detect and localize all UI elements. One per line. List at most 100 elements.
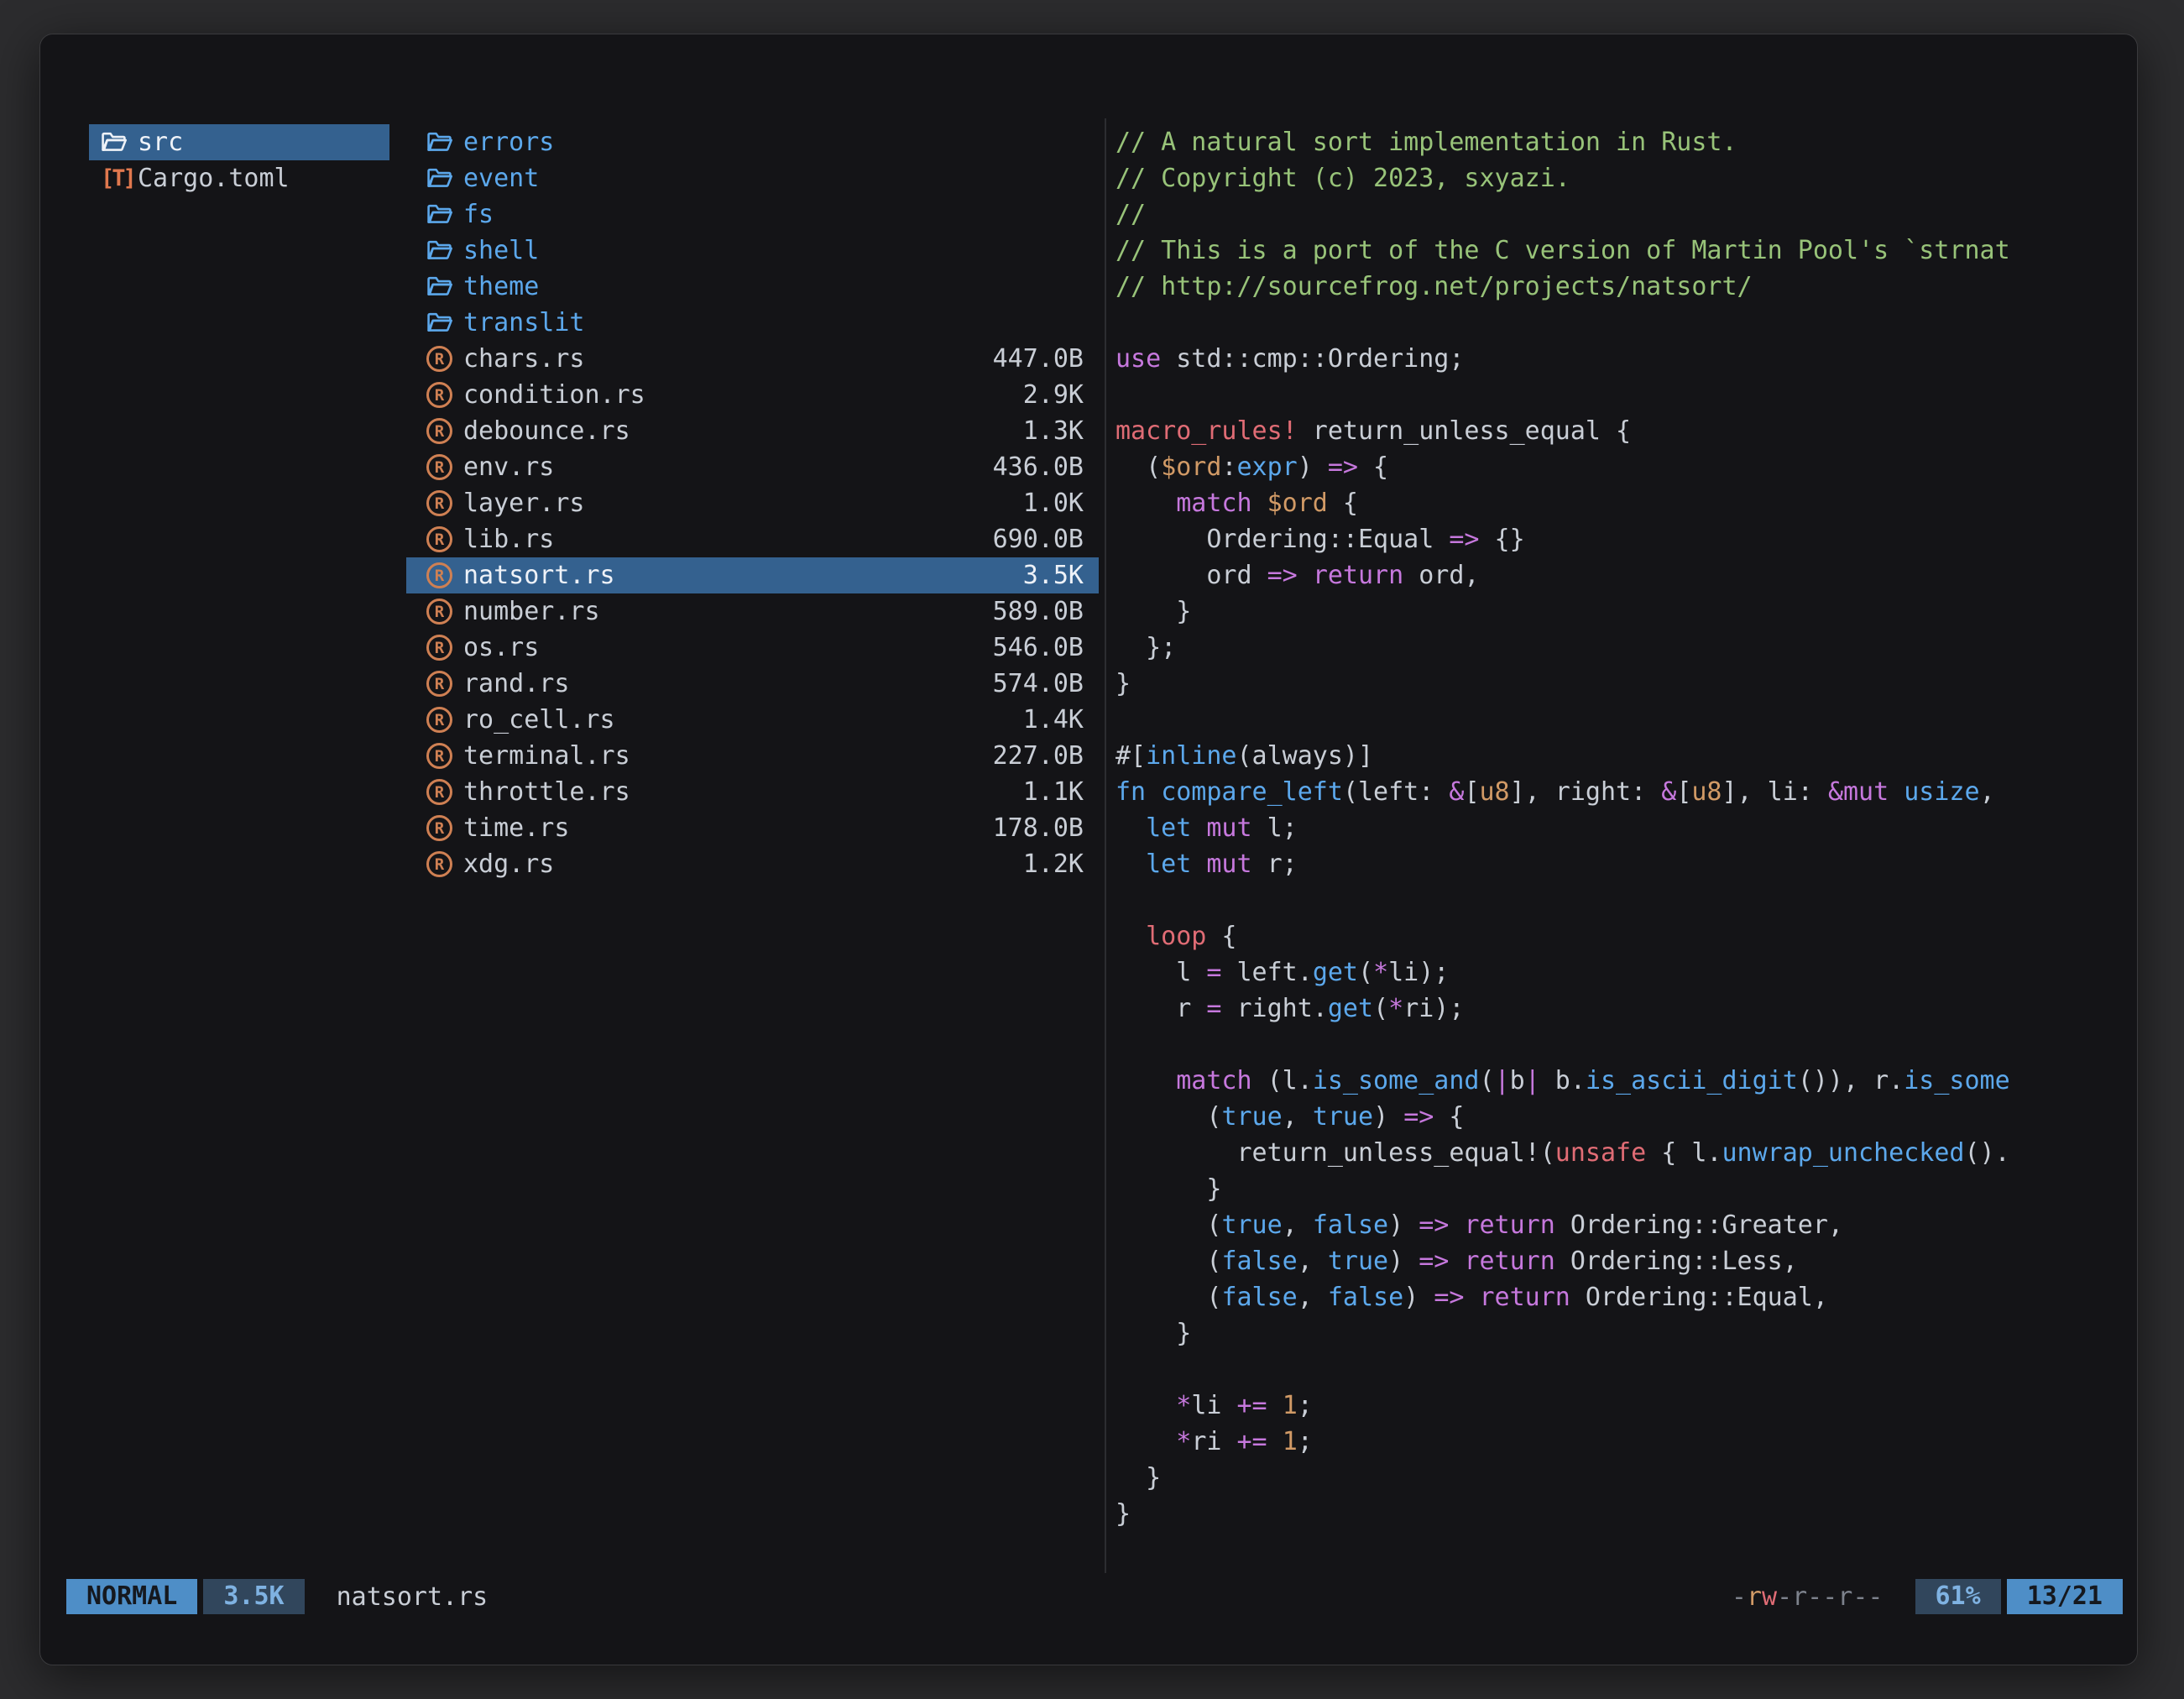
rust-file-icon: R <box>426 815 463 841</box>
code-line: r = right.get(*ri); <box>1116 991 2125 1027</box>
file-name: Cargo.toml <box>138 164 374 193</box>
code-line <box>1116 377 2125 413</box>
code-line: } <box>1116 1496 2125 1532</box>
file-size: 2.9K <box>1023 380 1084 410</box>
file-row[interactable]: Rnatsort.rs3.5K <box>406 557 1099 593</box>
file-size: 690.0B <box>993 525 1084 554</box>
file-row[interactable]: Rro_cell.rs1.4K <box>406 702 1099 738</box>
code-line: } <box>1116 1171 2125 1207</box>
rust-file-icon: R <box>426 490 463 516</box>
folder-icon <box>426 274 463 300</box>
folder-icon <box>426 238 463 264</box>
file-size: 546.0B <box>993 633 1084 662</box>
code-line: (false, true) => return Ordering::Less, <box>1116 1243 2125 1279</box>
file-size: 227.0B <box>993 741 1084 771</box>
file-row[interactable]: Renv.rs436.0B <box>406 449 1099 485</box>
folder-row[interactable]: theme <box>406 269 1099 305</box>
file-name: rand.rs <box>463 669 993 698</box>
folder-row[interactable]: fs <box>406 196 1099 233</box>
code-line: use std::cmp::Ordering; <box>1116 341 2125 377</box>
code-line: match $ord { <box>1116 485 2125 521</box>
rust-file-icon: R <box>426 851 463 877</box>
file-row[interactable]: [T]Cargo.toml <box>89 160 389 196</box>
file-row[interactable]: Ros.rs546.0B <box>406 630 1099 666</box>
code-line: ord => return ord, <box>1116 557 2125 593</box>
code-line <box>1116 1027 2125 1063</box>
folder-row[interactable]: event <box>406 160 1099 196</box>
file-row[interactable]: Rlayer.rs1.0K <box>406 485 1099 521</box>
code-line: ($ord:expr) => { <box>1116 449 2125 485</box>
file-row[interactable]: Rxdg.rs1.2K <box>406 846 1099 882</box>
code-line: }; <box>1116 630 2125 666</box>
code-line: *li += 1; <box>1116 1388 2125 1424</box>
folder-row[interactable]: translit <box>406 305 1099 341</box>
file-size-badge: 3.5K <box>203 1579 304 1614</box>
file-name: natsort.rs <box>463 561 1023 590</box>
code-line: (true, false) => return Ordering::Greate… <box>1116 1207 2125 1243</box>
folder-icon <box>101 129 138 155</box>
file-name: errors <box>463 128 1084 157</box>
file-row[interactable]: Rterminal.rs227.0B <box>406 738 1099 774</box>
rust-file-icon: R <box>426 743 463 769</box>
file-name: theme <box>463 272 1084 301</box>
file-name: debounce.rs <box>463 416 1023 446</box>
file-row[interactable]: Rchars.rs447.0B <box>406 341 1099 377</box>
rust-file-icon: R <box>426 599 463 625</box>
file-row[interactable]: Rcondition.rs2.9K <box>406 377 1099 413</box>
code-line: } <box>1116 666 2125 702</box>
file-name: condition.rs <box>463 380 1023 410</box>
code-line: let mut l; <box>1116 810 2125 846</box>
file-row[interactable]: Rnumber.rs589.0B <box>406 593 1099 630</box>
file-name: time.rs <box>463 813 993 843</box>
cursor-position-badge: 13/21 <box>2007 1579 2123 1614</box>
file-size: 436.0B <box>993 452 1084 482</box>
code-line: // Copyright (c) 2023, sxyazi. <box>1116 160 2125 196</box>
rust-file-icon: R <box>426 454 463 480</box>
file-size: 178.0B <box>993 813 1084 843</box>
code-line: #[inline(always)] <box>1116 738 2125 774</box>
file-row[interactable]: Rlib.rs690.0B <box>406 521 1099 557</box>
folder-row[interactable]: errors <box>406 124 1099 160</box>
scroll-percent-badge: 61% <box>1915 1579 2001 1614</box>
file-name: os.rs <box>463 633 993 662</box>
file-size: 589.0B <box>993 597 1084 626</box>
code-line: macro_rules! return_unless_equal { <box>1116 413 2125 449</box>
file-row[interactable]: Rtime.rs178.0B <box>406 810 1099 846</box>
code-line: loop { <box>1116 918 2125 954</box>
file-name: event <box>463 164 1084 193</box>
code-line: // <box>1116 196 2125 233</box>
file-name: ro_cell.rs <box>463 705 1023 734</box>
folder-icon <box>426 165 463 191</box>
file-permissions: -rw-r--r-- <box>1732 1582 1884 1612</box>
file-size: 1.3K <box>1023 416 1084 446</box>
file-size: 3.5K <box>1023 561 1084 590</box>
code-line: match (l.is_some_and(|b| b.is_ascii_digi… <box>1116 1063 2125 1099</box>
file-name: lib.rs <box>463 525 993 554</box>
file-size: 1.4K <box>1023 705 1084 734</box>
file-name: throttle.rs <box>463 777 1023 807</box>
file-name: chars.rs <box>463 344 993 374</box>
file-size: 1.0K <box>1023 489 1084 518</box>
rust-file-icon: R <box>426 707 463 733</box>
code-line <box>1116 702 2125 738</box>
folder-row[interactable]: shell <box>406 233 1099 269</box>
file-name: translit <box>463 308 1084 337</box>
file-name: xdg.rs <box>463 850 1023 879</box>
folder-row[interactable]: src <box>89 124 389 160</box>
file-row[interactable]: Rthrottle.rs1.1K <box>406 774 1099 810</box>
status-filename: natsort.rs <box>337 1582 489 1612</box>
rust-file-icon: R <box>426 671 463 697</box>
folder-icon <box>426 310 463 336</box>
code-line: l = left.get(*li); <box>1116 954 2125 991</box>
file-row[interactable]: Rdebounce.rs1.3K <box>406 413 1099 449</box>
code-line: } <box>1116 1460 2125 1496</box>
yazi-file-manager-window: src [T]Cargo.toml errors event fsshell theme… <box>39 34 2138 1665</box>
code-line: (true, true) => { <box>1116 1099 2125 1135</box>
file-row[interactable]: Rrand.rs574.0B <box>406 666 1099 702</box>
file-size: 1.2K <box>1023 850 1084 879</box>
rust-file-icon: R <box>426 526 463 552</box>
code-line: return_unless_equal!(unsafe { l.unwrap_u… <box>1116 1135 2125 1171</box>
file-name: src <box>138 128 374 157</box>
file-name: layer.rs <box>463 489 1023 518</box>
code-line: // This is a port of the C version of Ma… <box>1116 233 2125 269</box>
